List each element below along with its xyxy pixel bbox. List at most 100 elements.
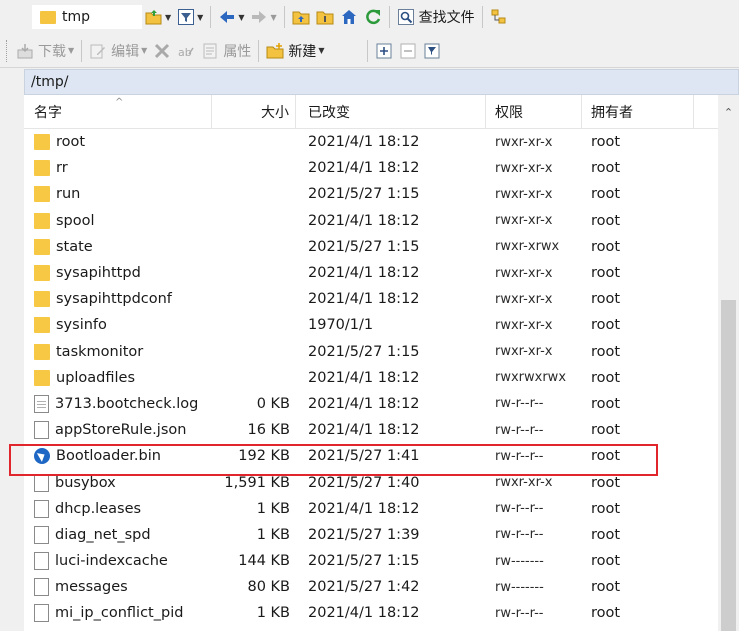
table-row[interactable]: dhcp.leases 1 KB 2021/4/1 18:12 rw-r--r-- ro… [24, 496, 739, 522]
table-row[interactable]: busybox 1,591 KB 2021/5/27 1:40 rwxr-xr-x ro… [24, 469, 739, 495]
table-row[interactable]: diag_net_spd 1 KB 2021/5/27 1:39 rw-r--r-- r… [24, 522, 739, 548]
delete-button[interactable] [150, 38, 174, 64]
filter-box-icon [423, 42, 441, 60]
column-header-modified[interactable]: 已改变 [296, 95, 486, 129]
reduce-selection-button[interactable] [396, 38, 420, 64]
path-bar[interactable]: /tmp/ [24, 69, 739, 95]
parent-directory-button[interactable] [289, 4, 313, 30]
chevron-down-icon: ▼ [270, 12, 277, 22]
file-owner: root [591, 526, 621, 543]
back-arrow-icon [218, 8, 236, 26]
table-row[interactable]: sysapihttpdconf 2021/4/1 18:12 rwxr-xr-x ro… [24, 286, 739, 312]
root-directory-button[interactable] [313, 4, 337, 30]
table-row[interactable]: Bootloader.bin 192 KB 2021/5/27 1:41 rw-r--… [24, 443, 739, 469]
table-row[interactable]: spool 2021/4/1 18:12 rwxr-xr-x root [24, 208, 739, 234]
file-owner: root [591, 134, 621, 151]
edit-button[interactable]: 编辑 ▼ [86, 38, 150, 64]
properties-icon [201, 42, 219, 60]
find-files-button[interactable]: 查找文件 [394, 4, 478, 30]
new-button[interactable]: 新建 ▼ [263, 38, 327, 64]
file-permissions: rw-r--r-- [495, 396, 544, 412]
file-list[interactable]: ^ 名字 大小 已改变 权限 拥有者 root 2021/4/1 18:12 rwx… [24, 95, 739, 631]
file-permissions: rwxr-xr-x [495, 317, 553, 333]
table-row[interactable]: root 2021/4/1 18:12 rwxr-xr-x root [24, 129, 739, 155]
table-row[interactable]: luci-indexcache 144 KB 2021/5/27 1:15 rw---… [24, 548, 739, 574]
file-name: spool [56, 212, 95, 229]
file-name-cell: rr [24, 160, 212, 177]
file-modified: 2021/5/27 1:15 [308, 186, 420, 203]
filter-selection-button[interactable] [420, 38, 444, 64]
file-name: taskmonitor [56, 343, 144, 360]
filter-button[interactable]: ▼ [174, 4, 206, 30]
file-icon [34, 473, 49, 492]
folder-icon [34, 212, 50, 229]
table-row[interactable]: sysapihttpd 2021/4/1 18:12 rwxr-xr-x root [24, 260, 739, 286]
file-name-cell: run [24, 186, 212, 203]
table-row[interactable]: rr 2021/4/1 18:12 rwxr-xr-x root [24, 155, 739, 181]
table-row[interactable]: 3713.bootcheck.log 0 KB 2021/4/1 18:12 rw-r… [24, 391, 739, 417]
file-name-cell: messages [24, 578, 212, 597]
toolbar-separator [481, 6, 483, 28]
file-permissions: rwxr-xrwx [495, 239, 560, 255]
table-row[interactable]: messages 80 KB 2021/5/27 1:42 rw------- root [24, 574, 739, 600]
file-owner: root [591, 238, 621, 255]
file-size: 1,591 KB [224, 474, 290, 491]
properties-button[interactable]: 属性 [198, 38, 254, 64]
file-modified: 2021/5/27 1:15 [308, 553, 420, 570]
file-name: sysinfo [56, 317, 107, 334]
table-row[interactable]: taskmonitor 2021/5/27 1:15 rwxr-xr-x root [24, 339, 739, 365]
tree-view-icon [490, 8, 508, 26]
column-header-owner[interactable]: 拥有者 [582, 95, 694, 129]
file-permissions: rw------- [495, 553, 544, 569]
column-header-permissions[interactable]: 权限 [486, 95, 582, 129]
open-directory-button[interactable]: ▼ [142, 4, 174, 30]
file-name-cell: Bootloader.bin [24, 448, 212, 465]
current-path: /tmp/ [31, 74, 69, 90]
directory-combo[interactable]: tmp [32, 5, 142, 29]
table-row[interactable]: sysinfo 1970/1/1 rwxr-xr-x root [24, 312, 739, 338]
scroll-thumb[interactable] [721, 300, 736, 631]
file-name: run [56, 186, 81, 203]
back-button[interactable]: ▼ [215, 4, 247, 30]
toolbar-separator [367, 39, 369, 62]
file-permissions: rw-r--r-- [495, 501, 544, 517]
file-name: sysapihttpd [56, 265, 141, 282]
rename-button[interactable]: ab [174, 38, 198, 64]
file-icon [34, 421, 49, 440]
table-row[interactable]: uploadfiles 2021/4/1 18:12 rwxrwxrwx root [24, 365, 739, 391]
file-permissions: rwxr-xr-x [495, 344, 553, 360]
table-row[interactable]: state 2021/5/27 1:15 rwxr-xrwx root [24, 234, 739, 260]
table-row[interactable]: appStoreRule.json 16 KB 2021/4/1 18:12 rw-r… [24, 417, 739, 443]
tree-view-button[interactable] [487, 4, 511, 30]
download-icon [16, 42, 34, 60]
home-icon [340, 8, 358, 26]
toolbar-separator [81, 39, 83, 62]
vertical-scrollbar[interactable]: ⌃ [718, 95, 739, 631]
forward-button[interactable]: ▼ [247, 4, 279, 30]
folder-icon [34, 134, 50, 151]
file-permissions: rw-r--r-- [495, 448, 544, 464]
file-actions-toolbar: 下载 ▼ 编辑 ▼ ab 属性 新建 ▼ [0, 34, 739, 68]
properties-label: 属性 [223, 43, 252, 60]
refresh-button[interactable] [361, 4, 385, 30]
folder-icon [34, 265, 50, 282]
file-name-cell: sysapihttpdconf [24, 291, 212, 308]
chevron-down-icon: ▼ [238, 12, 245, 22]
home-directory-button[interactable] [337, 4, 361, 30]
file-owner: root [591, 448, 621, 465]
file-permissions: rwxr-xr-x [495, 160, 553, 176]
download-button[interactable]: 下载 ▼ [13, 38, 77, 64]
file-name-cell: mi_ip_conflict_pid [24, 604, 212, 623]
expand-selection-button[interactable] [372, 38, 396, 64]
table-row[interactable]: mi_ip_conflict_pid 1 KB 2021/4/1 18:12 rw-r… [24, 600, 739, 626]
scroll-up-arrow-icon[interactable]: ⌃ [718, 103, 739, 121]
file-modified: 2021/4/1 18:12 [308, 395, 420, 412]
table-row[interactable]: run 2021/5/27 1:15 rwxr-xr-x root [24, 181, 739, 207]
left-pane-edge [0, 69, 24, 631]
toolbar-grip[interactable] [6, 39, 9, 62]
file-modified: 2021/4/1 18:12 [308, 160, 420, 177]
column-header-size[interactable]: 大小 [212, 95, 296, 129]
file-name-cell: taskmonitor [24, 343, 212, 360]
file-modified: 2021/4/1 18:12 [308, 212, 420, 229]
file-modified: 2021/5/27 1:39 [308, 526, 420, 543]
